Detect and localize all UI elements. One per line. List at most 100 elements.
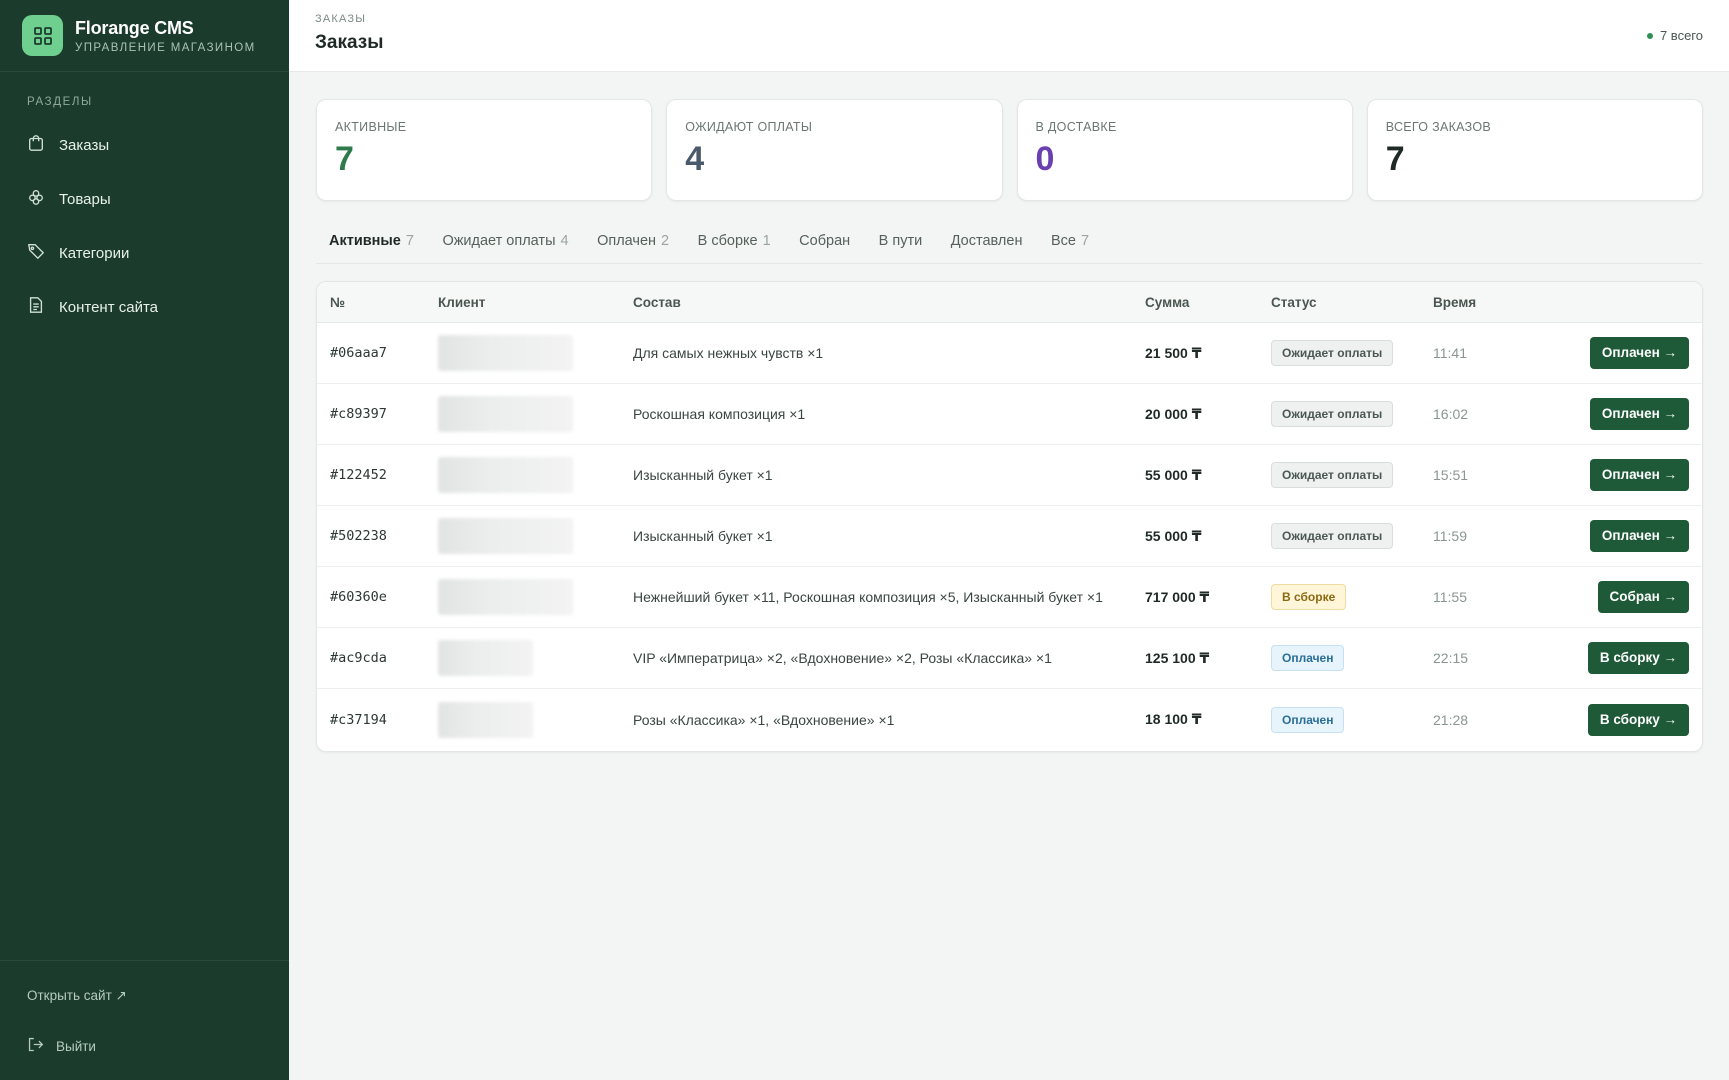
status-badge: Ожидает оплаты [1271, 523, 1394, 549]
stat-card-awaiting-payment: Ожидают оплаты 4 [666, 99, 1003, 201]
status-tabs: Активные 7 Ожидает оплаты 4 Оплачен 2 В сбо… [316, 228, 1703, 264]
client-cell [425, 335, 633, 371]
status-cell: Оплачен [1271, 706, 1433, 733]
logout-icon [27, 1036, 56, 1056]
order-sum: 18 100 ₸ [1145, 711, 1202, 727]
advance-status-button[interactable]: Оплачен → [1589, 398, 1689, 430]
nav-section-label: Разделы [27, 96, 93, 108]
sidebar-item-label: Заказы [59, 136, 110, 154]
advance-status-button[interactable]: Оплачен → [1589, 459, 1689, 491]
stat-label: В доставке [1035, 120, 1117, 134]
sidebar: Florange CMS Управление магазином Раздел… [0, 0, 289, 1080]
brand[interactable]: Florange CMS Управление магазином [0, 0, 289, 72]
order-time: 21:28 [1433, 711, 1469, 728]
brand-title: Florange CMS [75, 17, 194, 38]
advance-status-button[interactable]: В сборку → [1587, 703, 1689, 736]
advance-status-button[interactable]: Собран → [1597, 581, 1689, 613]
stat-label: Активные [335, 120, 407, 134]
orders-table: № Клиент Состав Сумма Статус Время #06aa… [316, 281, 1703, 752]
tab-label: Активные [329, 233, 401, 249]
table-row[interactable]: #122452 Изысканный букет ×1 55 000 ₸ Ожи… [317, 445, 1702, 506]
table-row[interactable]: #ac9cda VIP «Императрица» ×2, «Вдохновен… [317, 628, 1702, 689]
page-title: Заказы [315, 32, 384, 53]
col-header-id: № [330, 294, 346, 310]
brand-subtitle: Управление магазином [75, 41, 256, 54]
tab-in-transit[interactable]: В пути [866, 228, 938, 263]
sidebar-item-label: Категории [59, 244, 130, 262]
tab-assembling[interactable]: В сборке 1 [685, 228, 787, 263]
tag-icon [27, 242, 59, 264]
stat-value: 0 [1035, 140, 1055, 178]
order-id: #ac9cda [330, 650, 387, 666]
client-name-redacted [438, 457, 573, 493]
order-time: 16:02 [1433, 406, 1469, 422]
status-badge: В сборке [1271, 584, 1347, 610]
tab-delivered[interactable]: Доставлен [938, 228, 1038, 263]
advance-status-button[interactable]: Оплачен → [1589, 337, 1689, 369]
client-name-redacted [438, 518, 573, 554]
sidebar-item-products[interactable]: Товары [0, 172, 289, 226]
table-row[interactable]: #502238 Изысканный букет ×1 55 000 ₸ Ожи… [317, 506, 1702, 567]
tab-count: 7 [405, 233, 414, 249]
col-header-time: Время [1433, 294, 1477, 310]
col-header-status: Статус [1271, 294, 1317, 310]
order-items: VIP «Императрица» ×2, «Вдохновение» ×2, … [633, 650, 1052, 666]
logout-label: Выйти [56, 1038, 96, 1054]
client-cell [425, 457, 633, 493]
tab-active[interactable]: Активные 7 [316, 228, 429, 263]
document-icon [27, 296, 59, 318]
logout-link[interactable]: Выйти [0, 1021, 289, 1071]
order-time: 15:51 [1433, 467, 1469, 483]
dashboard-grid-icon [22, 15, 63, 56]
client-name-redacted [438, 335, 573, 371]
sidebar-item-site-content[interactable]: Контент сайта [0, 280, 289, 334]
order-sum: 21 500 ₸ [1145, 344, 1202, 361]
order-sum: 55 000 ₸ [1145, 527, 1202, 544]
order-time: 11:59 [1433, 528, 1467, 544]
order-sum: 717 000 ₸ [1145, 588, 1210, 605]
col-header-client: Клиент [438, 294, 486, 310]
client-name-redacted [438, 701, 533, 738]
status-cell: Ожидает оплаты [1271, 401, 1433, 427]
tab-assembled[interactable]: Собран [786, 228, 865, 263]
tab-all[interactable]: Все 7 [1038, 228, 1105, 263]
table-row[interactable]: #c37194 Розы «Классика» ×1, «Вдохновение… [317, 689, 1702, 750]
table-row[interactable]: #06aaa7 Для самых нежных чувств ×1 21 50… [317, 323, 1702, 384]
page-header: Заказы Заказы 7 всего [289, 0, 1729, 72]
client-cell [425, 518, 633, 554]
status-badge: Ожидает оплаты [1271, 340, 1394, 366]
sidebar-item-orders[interactable]: Заказы [0, 118, 289, 172]
col-header-items: Состав [633, 294, 681, 310]
tab-label: Ожидает оплаты [442, 233, 556, 249]
advance-status-button[interactable]: В сборку → [1587, 642, 1689, 674]
open-site-label: Открыть сайт ↗ [27, 988, 127, 1003]
client-cell [425, 396, 633, 432]
order-sum: 125 100 ₸ [1145, 649, 1210, 666]
table-row[interactable]: #60360e Нежнейший букет ×11, Роскошная к… [317, 567, 1702, 628]
orders-total-indicator: 7 всего [1646, 28, 1703, 43]
advance-status-button[interactable]: Оплачен → [1589, 520, 1689, 552]
status-cell: Ожидает оплаты [1271, 340, 1433, 366]
stat-card-active: Активные 7 [316, 99, 653, 201]
status-badge: Ожидает оплаты [1271, 401, 1394, 427]
flower-icon [27, 188, 59, 210]
client-cell [425, 640, 633, 676]
tab-count: 2 [661, 233, 670, 249]
sidebar-item-label: Товары [59, 190, 111, 208]
order-id: #502238 [330, 528, 387, 544]
tab-awaiting-payment[interactable]: Ожидает оплаты 4 [429, 228, 584, 263]
breadcrumb: Заказы [315, 13, 367, 25]
status-badge: Оплачен [1271, 645, 1345, 671]
sidebar-item-categories[interactable]: Категории [0, 226, 289, 280]
tab-label: Доставлен [950, 233, 1023, 249]
open-site-link[interactable]: Открыть сайт ↗ [0, 971, 289, 1021]
action-cell: Оплачен → [1553, 459, 1702, 491]
client-cell [425, 579, 633, 615]
status-badge: Оплачен [1271, 706, 1345, 733]
action-cell: Оплачен → [1553, 520, 1702, 552]
tab-paid[interactable]: Оплачен 2 [584, 228, 685, 263]
order-time: 11:41 [1433, 345, 1467, 361]
order-sum: 55 000 ₸ [1145, 466, 1202, 483]
status-cell: Ожидает оплаты [1271, 462, 1433, 488]
table-row[interactable]: #c89397 Роскошная композиция ×1 20 000 ₸… [317, 384, 1702, 445]
